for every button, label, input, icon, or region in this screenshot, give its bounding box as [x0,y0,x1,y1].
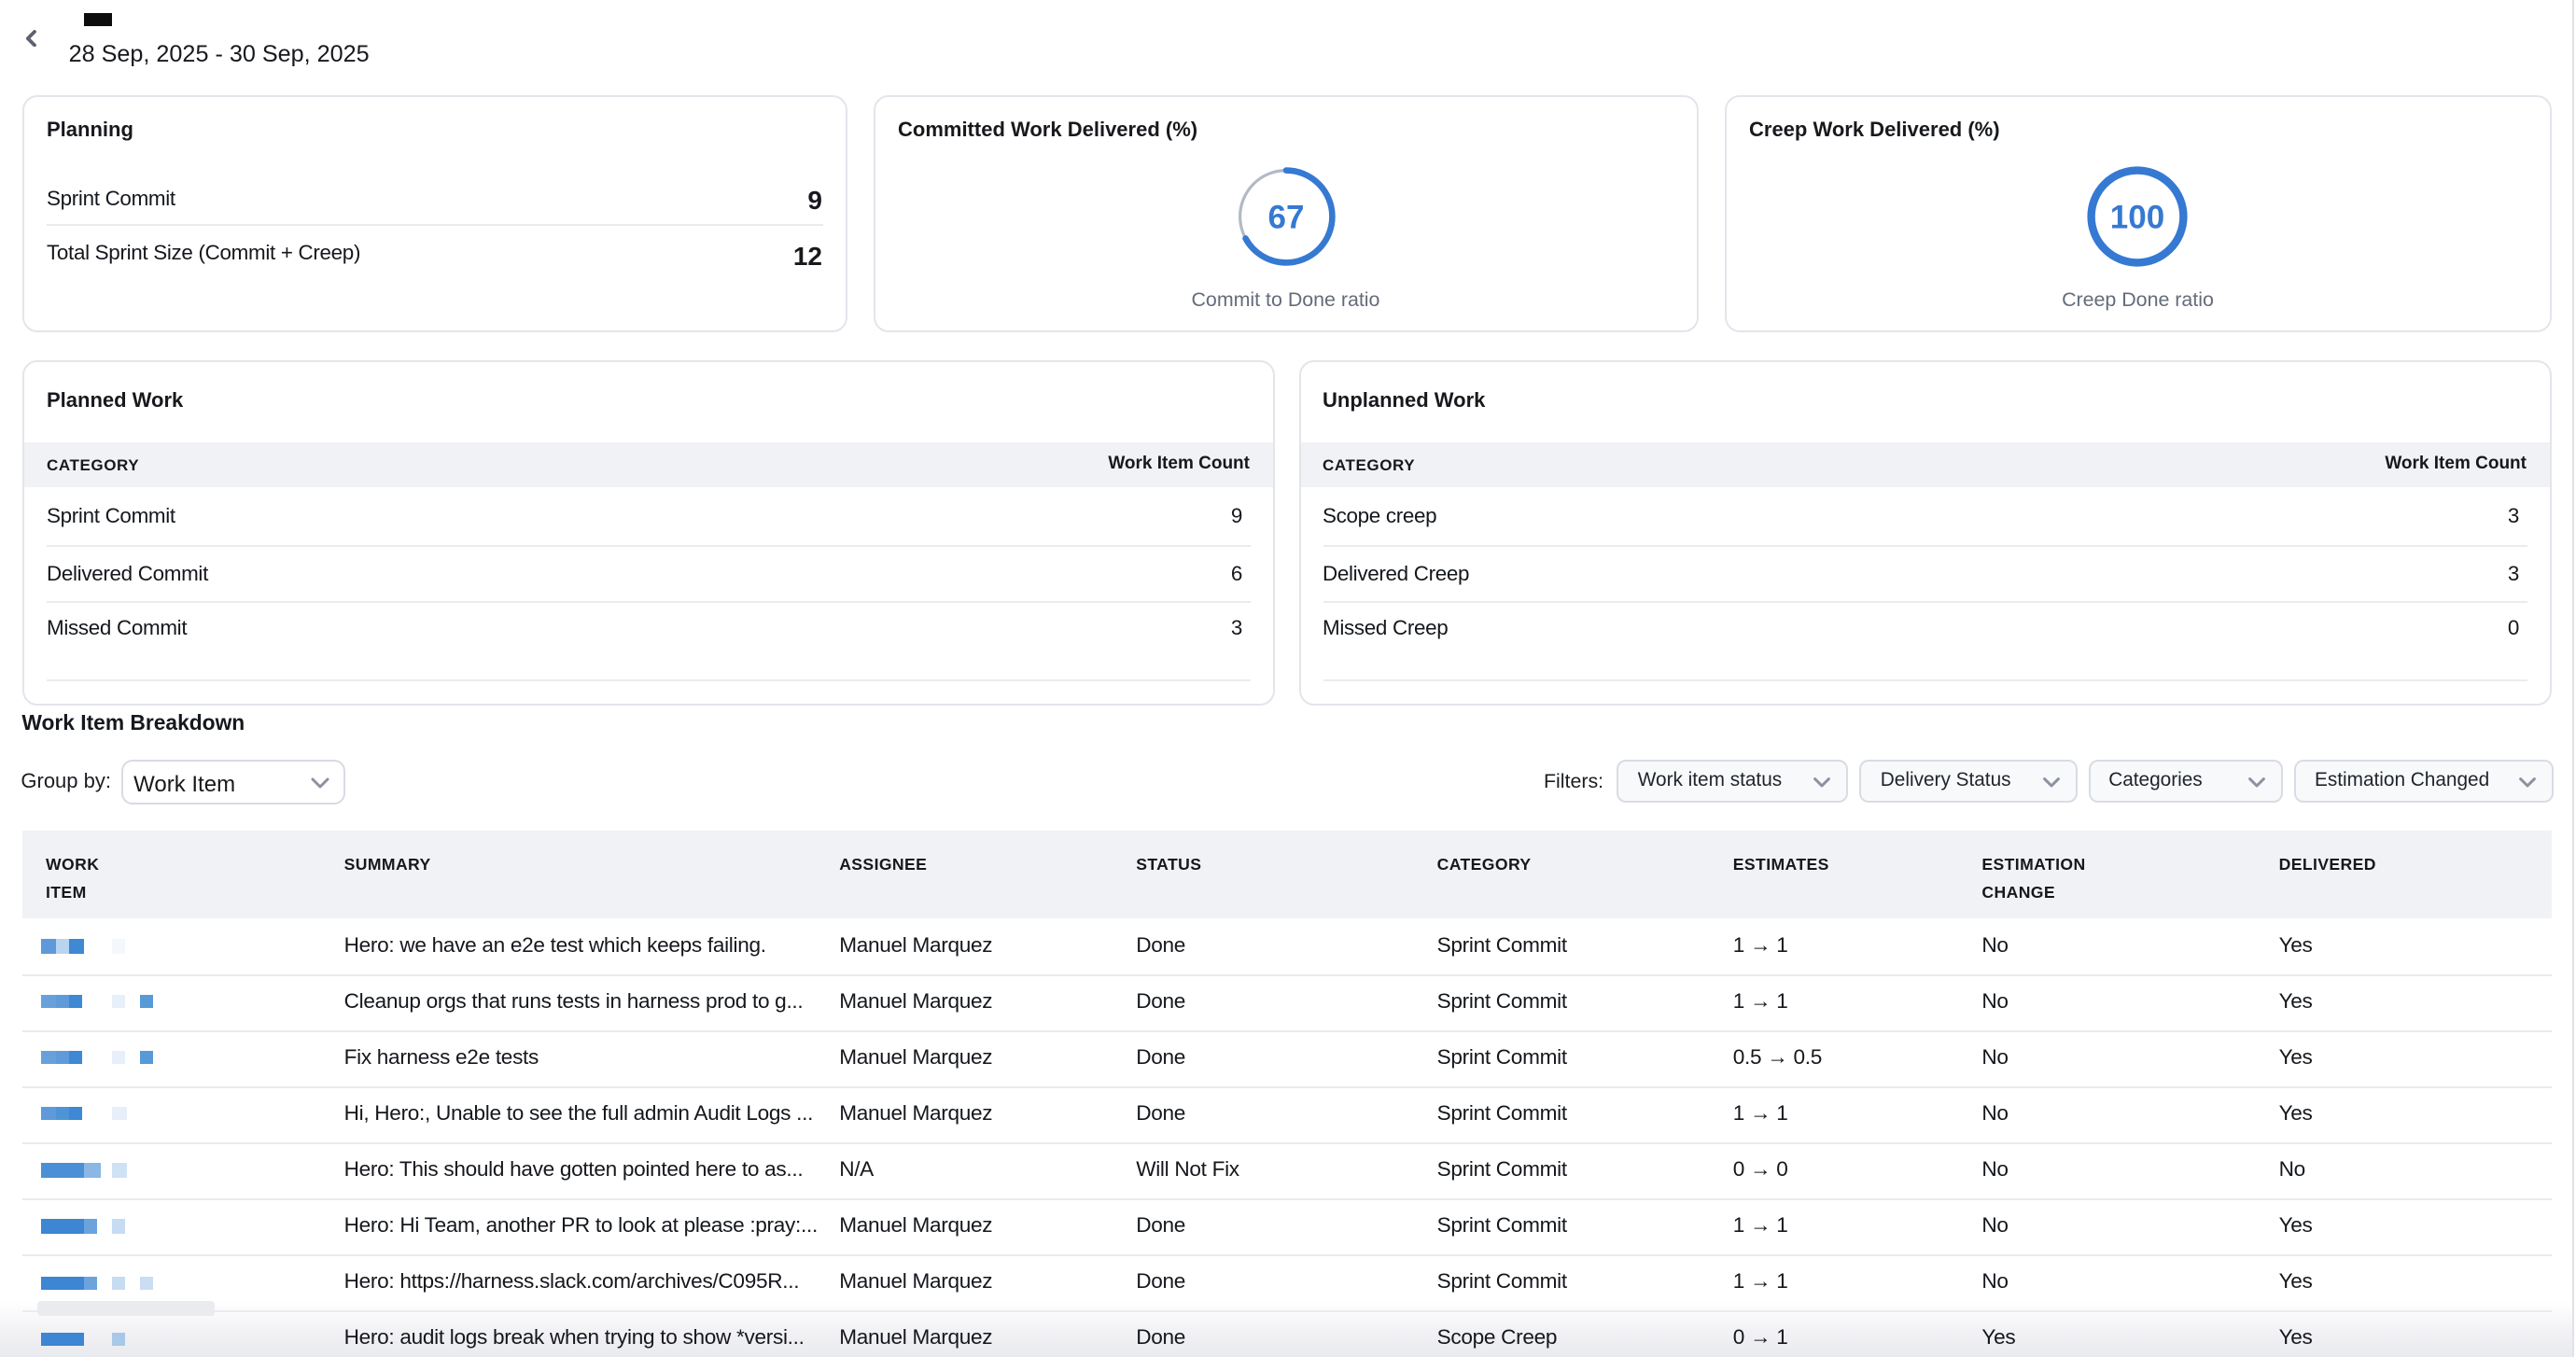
svg-text:67: 67 [1267,199,1304,235]
svg-text:100: 100 [2110,199,2164,235]
